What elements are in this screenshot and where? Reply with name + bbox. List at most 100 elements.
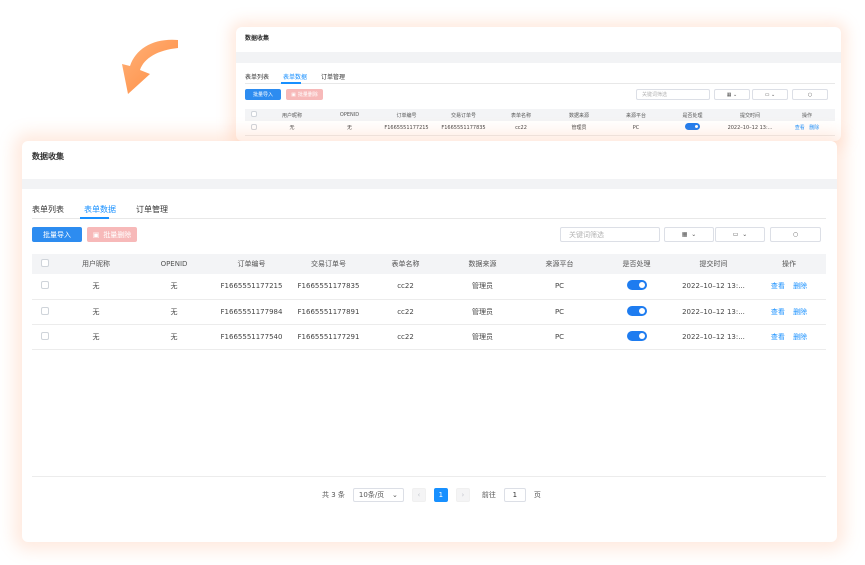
actions-cell: 查看 删除	[752, 299, 826, 325]
folder-button[interactable]: ▭ ⌄	[715, 227, 765, 242]
curved-arrow-icon	[122, 39, 178, 94]
platform-cell: PC	[608, 121, 664, 136]
trade-number-cell: F1665551177835	[290, 274, 367, 300]
processed-toggle[interactable]	[626, 330, 647, 341]
page-size-value: 10条/页	[358, 491, 385, 499]
trash-icon: ▣	[92, 230, 100, 239]
row-checkbox[interactable]	[40, 331, 49, 340]
folder-button[interactable]: ▭ ⌄	[752, 89, 788, 100]
column-header: 订单编号	[378, 109, 435, 121]
actions-cell: 查看 删除	[752, 274, 826, 300]
window-title: 数据收集	[245, 35, 270, 42]
keyword-filter-input[interactable]: 关键词筛选	[560, 227, 660, 242]
tab-order-management[interactable]: 订单管理	[321, 72, 345, 81]
grid-view-button[interactable]: ▦ ⌄	[714, 89, 750, 100]
trade-number-cell: F1665551177835	[435, 121, 492, 136]
tab-bar: 表单列表 表单数据 订单管理	[32, 204, 168, 215]
delete-link[interactable]: 删除	[809, 125, 819, 131]
processed-toggle[interactable]	[685, 123, 700, 131]
select-all-checkbox[interactable]	[40, 259, 49, 267]
search-button[interactable]: ○	[792, 89, 828, 100]
view-link[interactable]: 查看	[771, 282, 785, 290]
chevron-right-icon: ›	[461, 491, 465, 499]
tab-order-management[interactable]: 订单管理	[136, 204, 168, 215]
nickname-cell: 无	[263, 121, 321, 136]
platform-cell: PC	[521, 299, 598, 325]
nickname-cell: 无	[57, 274, 135, 300]
column-header: 操作	[779, 109, 835, 121]
actions-cell: 查看 删除	[752, 324, 826, 350]
batch-delete-button[interactable]: ▣ 批量删除	[87, 227, 137, 242]
stage: 数据收集 表单列表 表单数据 订单管理 批量导入 ▣ 批量删除 关键词筛选 ▦ …	[0, 0, 865, 565]
table-row: 无 无 F1665551177540 F1665551177291 cc22 管…	[32, 324, 826, 350]
order-number-cell: F1665551177215	[378, 121, 435, 136]
view-link[interactable]: 查看	[795, 125, 805, 131]
current-page-button[interactable]: 1	[433, 488, 448, 502]
header-band	[22, 179, 837, 189]
processed-cell	[598, 324, 675, 350]
goto-page-input[interactable]: 1	[503, 488, 526, 502]
trash-icon: ▣	[291, 91, 296, 98]
select-all-checkbox[interactable]	[251, 111, 257, 117]
table-row: 无 无 F1665551177215 F1665551177835 cc22 管…	[32, 274, 826, 300]
search-icon: ○	[807, 91, 813, 98]
tab-divider	[32, 218, 826, 219]
tab-bar: 表单列表 表单数据 订单管理	[245, 72, 345, 81]
form-name-cell: cc22	[367, 274, 444, 300]
next-page-button[interactable]: ›	[455, 488, 470, 502]
row-select-cell[interactable]	[32, 274, 57, 300]
keyword-filter-input[interactable]: 关键词筛选	[636, 89, 710, 100]
data-source-cell: 管理员	[444, 324, 521, 350]
grid-view-button[interactable]: ▦ ⌄	[664, 227, 714, 242]
column-header: 数据来源	[550, 109, 608, 121]
delete-link[interactable]: 删除	[793, 308, 807, 316]
data-source-cell: 管理员	[550, 121, 608, 136]
row-select-cell[interactable]	[245, 121, 263, 136]
select-all-cell[interactable]	[245, 109, 263, 121]
submit-time-cell: 2022–10–12 13:...	[721, 121, 779, 136]
platform-cell: PC	[521, 274, 598, 300]
column-header: OPENID	[135, 254, 213, 274]
folder-icon: ▭ ⌄	[732, 231, 748, 238]
tab-form-list[interactable]: 表单列表	[245, 72, 269, 81]
processed-cell	[598, 274, 675, 300]
data-source-cell: 管理员	[444, 299, 521, 325]
view-link[interactable]: 查看	[771, 333, 785, 341]
batch-import-button[interactable]: 批量导入	[32, 227, 82, 242]
column-header: 用户昵称	[57, 254, 135, 274]
delete-link[interactable]: 删除	[793, 282, 807, 290]
delete-link[interactable]: 删除	[793, 333, 807, 341]
column-header: 表单名称	[367, 254, 444, 274]
row-checkbox[interactable]	[251, 123, 257, 130]
column-header: 提交时间	[721, 109, 779, 121]
row-checkbox[interactable]	[40, 306, 49, 315]
page-suffix: 页	[533, 491, 541, 499]
batch-import-button[interactable]: 批量导入	[245, 89, 281, 100]
row-select-cell[interactable]	[32, 324, 57, 350]
view-link[interactable]: 查看	[771, 308, 785, 316]
tab-form-data[interactable]: 表单数据	[283, 72, 307, 81]
submit-time-cell: 2022–10–12 13:...	[675, 324, 752, 350]
column-header: 是否处理	[598, 254, 675, 274]
processed-toggle[interactable]	[626, 305, 647, 316]
table-header-row: 用户昵称 OPENID 订单编号 交易订单号 表单名称 数据来源 来源平台 是否…	[32, 254, 826, 274]
tab-form-data[interactable]: 表单数据	[84, 204, 116, 215]
column-header: 提交时间	[675, 254, 752, 274]
pagination: 共 3 条 10条/页 ⌄ ‹ 1 › 前往 1 页	[322, 488, 541, 502]
row-select-cell[interactable]	[32, 299, 57, 325]
prev-page-button[interactable]: ‹	[411, 488, 426, 502]
column-header: 来源平台	[521, 254, 598, 274]
row-checkbox[interactable]	[40, 281, 49, 290]
search-button[interactable]: ○	[770, 227, 821, 242]
processed-toggle[interactable]	[626, 280, 647, 291]
select-all-cell[interactable]	[32, 254, 57, 274]
column-header: 交易订单号	[290, 254, 367, 274]
chevron-left-icon: ‹	[417, 491, 421, 499]
openid-cell: 无	[135, 274, 213, 300]
page-size-select[interactable]: 10条/页 ⌄	[352, 488, 404, 502]
tab-form-list[interactable]: 表单列表	[32, 204, 64, 215]
batch-delete-button[interactable]: ▣ 批量删除	[286, 89, 323, 100]
processed-cell	[664, 121, 721, 136]
header-band	[236, 52, 841, 63]
column-header: 是否处理	[664, 109, 721, 121]
